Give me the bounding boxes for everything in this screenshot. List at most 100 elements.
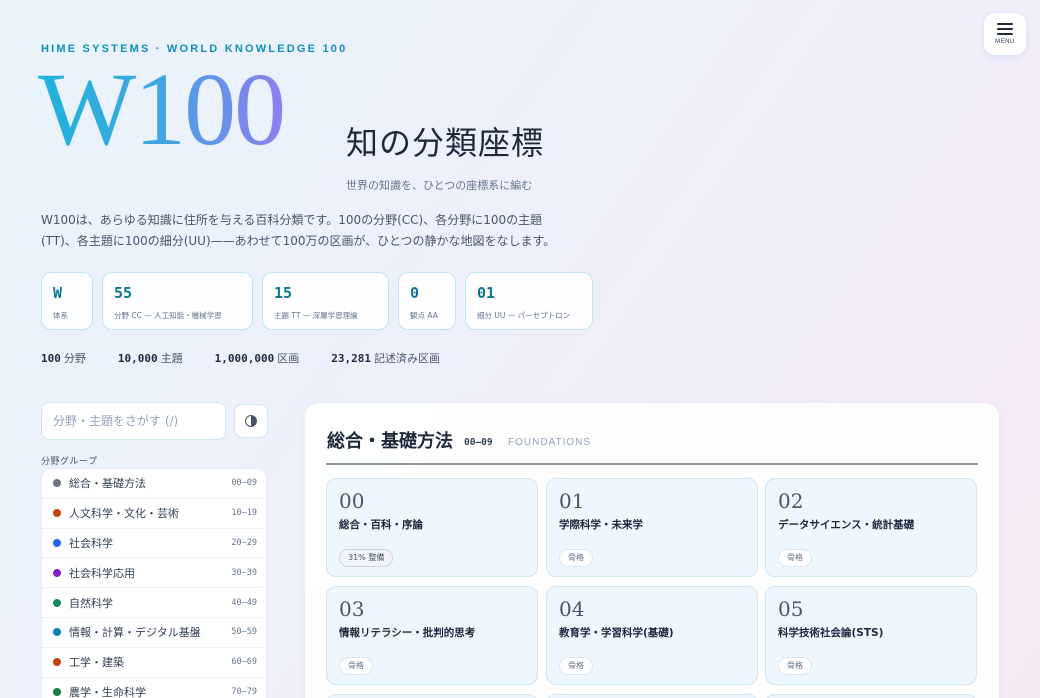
field-card-03[interactable]: 03 情報リテラシー・批判的思考 骨格 bbox=[326, 586, 538, 685]
group-item-applied-social-science[interactable]: 社会科学応用 30–39 bbox=[42, 558, 266, 589]
group-range: 30–39 bbox=[231, 567, 257, 578]
coord-value: 0 bbox=[410, 284, 420, 302]
group-color-dot bbox=[53, 658, 61, 667]
stat-value: 23,281 bbox=[331, 352, 371, 365]
panel-title: 総合・基礎方法 bbox=[327, 431, 453, 452]
group-label: 自然科学 bbox=[69, 596, 113, 610]
field-card-02[interactable]: 02 データサイエンス・統計基礎 骨格 bbox=[765, 478, 977, 577]
field-card-01[interactable]: 01 学際科学・未来学 骨格 bbox=[546, 478, 758, 577]
group-label: 社会科学 bbox=[69, 536, 113, 550]
group-item-foundations[interactable]: 総合・基礎方法 00–09 bbox=[42, 469, 266, 499]
coord-aspect: 0 観点 AA bbox=[398, 272, 456, 330]
group-item-computing[interactable]: 情報・計算・デジタル基盤 50–59 bbox=[42, 618, 266, 648]
card-name: 教育学・学習科学(基礎) bbox=[559, 627, 674, 639]
card-number: 01 bbox=[559, 489, 585, 513]
group-range: 20–29 bbox=[231, 537, 257, 548]
group-list-heading: 分野グループ bbox=[41, 457, 98, 467]
panel-divider bbox=[326, 463, 978, 465]
stat-fields: 100 分野 bbox=[41, 350, 86, 366]
coord-value: 15 bbox=[274, 284, 293, 302]
group-range: 50–59 bbox=[231, 627, 257, 638]
group-range: 10–19 bbox=[231, 508, 257, 519]
coord-value: 55 bbox=[114, 284, 133, 302]
menu-button[interactable]: MENU bbox=[983, 12, 1027, 56]
panel-range: 00–09 bbox=[464, 437, 493, 448]
coord-subdivision: 01 細分 UU — パーセプトロン bbox=[465, 272, 593, 330]
card-name: データサイエンス・統計基礎 bbox=[778, 519, 915, 531]
group-range: 60–69 bbox=[231, 657, 257, 668]
field-group-list: 総合・基礎方法 00–09 人文科学・文化・芸術 10–19 社会科学 20–2… bbox=[41, 468, 267, 698]
hero-subtitle: 知の分類座標 bbox=[346, 124, 545, 162]
hero-description: W100は、あらゆる知識に住所を与える百科分類です。100の分野(CC)、各分野… bbox=[41, 213, 556, 248]
group-item-agriculture-life[interactable]: 農学・生命科学 70–79 bbox=[42, 678, 266, 698]
coord-value: W bbox=[53, 284, 63, 302]
status-badge: 骨格 bbox=[559, 549, 593, 567]
card-name: 総合・百科・序論 bbox=[339, 519, 423, 531]
stat-value: 1,000,000 bbox=[214, 352, 275, 365]
coord-label: 分野 CC — 人工知能・機械学習 bbox=[114, 311, 222, 320]
field-card-04[interactable]: 04 教育学・学習科学(基礎) 骨格 bbox=[546, 586, 758, 685]
field-card-next[interactable] bbox=[326, 694, 538, 698]
card-number: 02 bbox=[778, 489, 804, 513]
coord-system: W 体系 bbox=[41, 272, 93, 330]
field-card-00[interactable]: 00 総合・百科・序論 31% 整備 bbox=[326, 478, 538, 577]
stat-label: 主題 bbox=[160, 352, 183, 365]
group-item-humanities[interactable]: 人文科学・文化・芸術 10–19 bbox=[42, 499, 266, 529]
group-detail-panel: 総合・基礎方法 00–09 FOUNDATIONS 00 総合・百科・序論 31… bbox=[305, 403, 999, 698]
coord-label: 細分 UU — パーセプトロン bbox=[477, 311, 571, 320]
group-item-engineering[interactable]: 工学・建築 60–69 bbox=[42, 648, 266, 678]
group-label: 工学・建築 bbox=[69, 656, 124, 670]
status-badge: 骨格 bbox=[339, 657, 373, 675]
card-number: 04 bbox=[559, 597, 585, 621]
stat-described: 23,281 記述済み区画 bbox=[331, 350, 440, 366]
stat-topics: 10,000 主題 bbox=[118, 350, 183, 366]
panel-subtitle: FOUNDATIONS bbox=[508, 437, 592, 448]
group-range: 40–49 bbox=[231, 597, 257, 608]
status-badge: 骨格 bbox=[778, 657, 812, 675]
search-input[interactable] bbox=[41, 402, 226, 440]
card-name: 科学技術社会論(STS) bbox=[778, 627, 884, 639]
group-label: 社会科学応用 bbox=[69, 566, 135, 580]
card-name: 学際科学・未来学 bbox=[559, 519, 643, 531]
status-badge: 骨格 bbox=[778, 549, 812, 567]
stat-sections: 1,000,000 区画 bbox=[215, 350, 300, 366]
group-color-dot bbox=[53, 509, 61, 518]
group-item-social-science[interactable]: 社会科学 20–29 bbox=[42, 529, 266, 559]
coord-label: 体系 bbox=[53, 311, 68, 320]
card-number: 03 bbox=[339, 597, 365, 621]
group-color-dot bbox=[53, 687, 61, 696]
coord-topic: 15 主題 TT — 深層学習理論 bbox=[262, 272, 389, 330]
card-name: 情報リテラシー・批判的思考 bbox=[339, 627, 476, 639]
menu-label: MENU bbox=[995, 39, 1015, 45]
hero-title: W100 bbox=[38, 52, 286, 167]
field-card-next[interactable] bbox=[546, 694, 758, 698]
group-color-dot bbox=[53, 628, 61, 637]
hamburger-icon bbox=[997, 23, 1013, 35]
coord-field: 55 分野 CC — 人工知能・機械学習 bbox=[102, 272, 253, 330]
stat-label: 記述済み区画 bbox=[373, 352, 440, 365]
group-color-dot bbox=[53, 538, 61, 547]
coord-value: 01 bbox=[477, 284, 496, 302]
hero-tagline: 世界の知識を、ひとつの座標系に編む bbox=[346, 179, 533, 192]
contrast-icon bbox=[245, 415, 257, 427]
stat-label: 区画 bbox=[277, 352, 300, 365]
group-color-dot bbox=[53, 479, 61, 488]
progress-badge: 31% 整備 bbox=[339, 549, 394, 567]
field-card-05[interactable]: 05 科学技術社会論(STS) 骨格 bbox=[765, 586, 977, 685]
group-color-dot bbox=[53, 598, 61, 607]
group-label: 人文科学・文化・芸術 bbox=[69, 507, 179, 521]
field-card-next[interactable] bbox=[765, 694, 977, 698]
stat-value: 100 bbox=[41, 352, 61, 365]
group-range: 00–09 bbox=[231, 478, 257, 489]
theme-toggle-button[interactable] bbox=[234, 404, 268, 438]
group-label: 農学・生命科学 bbox=[69, 685, 146, 698]
group-range: 70–79 bbox=[231, 686, 257, 697]
stat-label: 分野 bbox=[63, 352, 86, 365]
status-badge: 骨格 bbox=[559, 657, 593, 675]
group-label: 総合・基礎方法 bbox=[69, 477, 146, 491]
stat-value: 10,000 bbox=[117, 352, 158, 365]
group-label: 情報・計算・デジタル基盤 bbox=[69, 626, 201, 640]
group-item-natural-science[interactable]: 自然科学 40–49 bbox=[42, 588, 266, 618]
card-number: 05 bbox=[778, 597, 804, 621]
group-color-dot bbox=[53, 568, 61, 577]
